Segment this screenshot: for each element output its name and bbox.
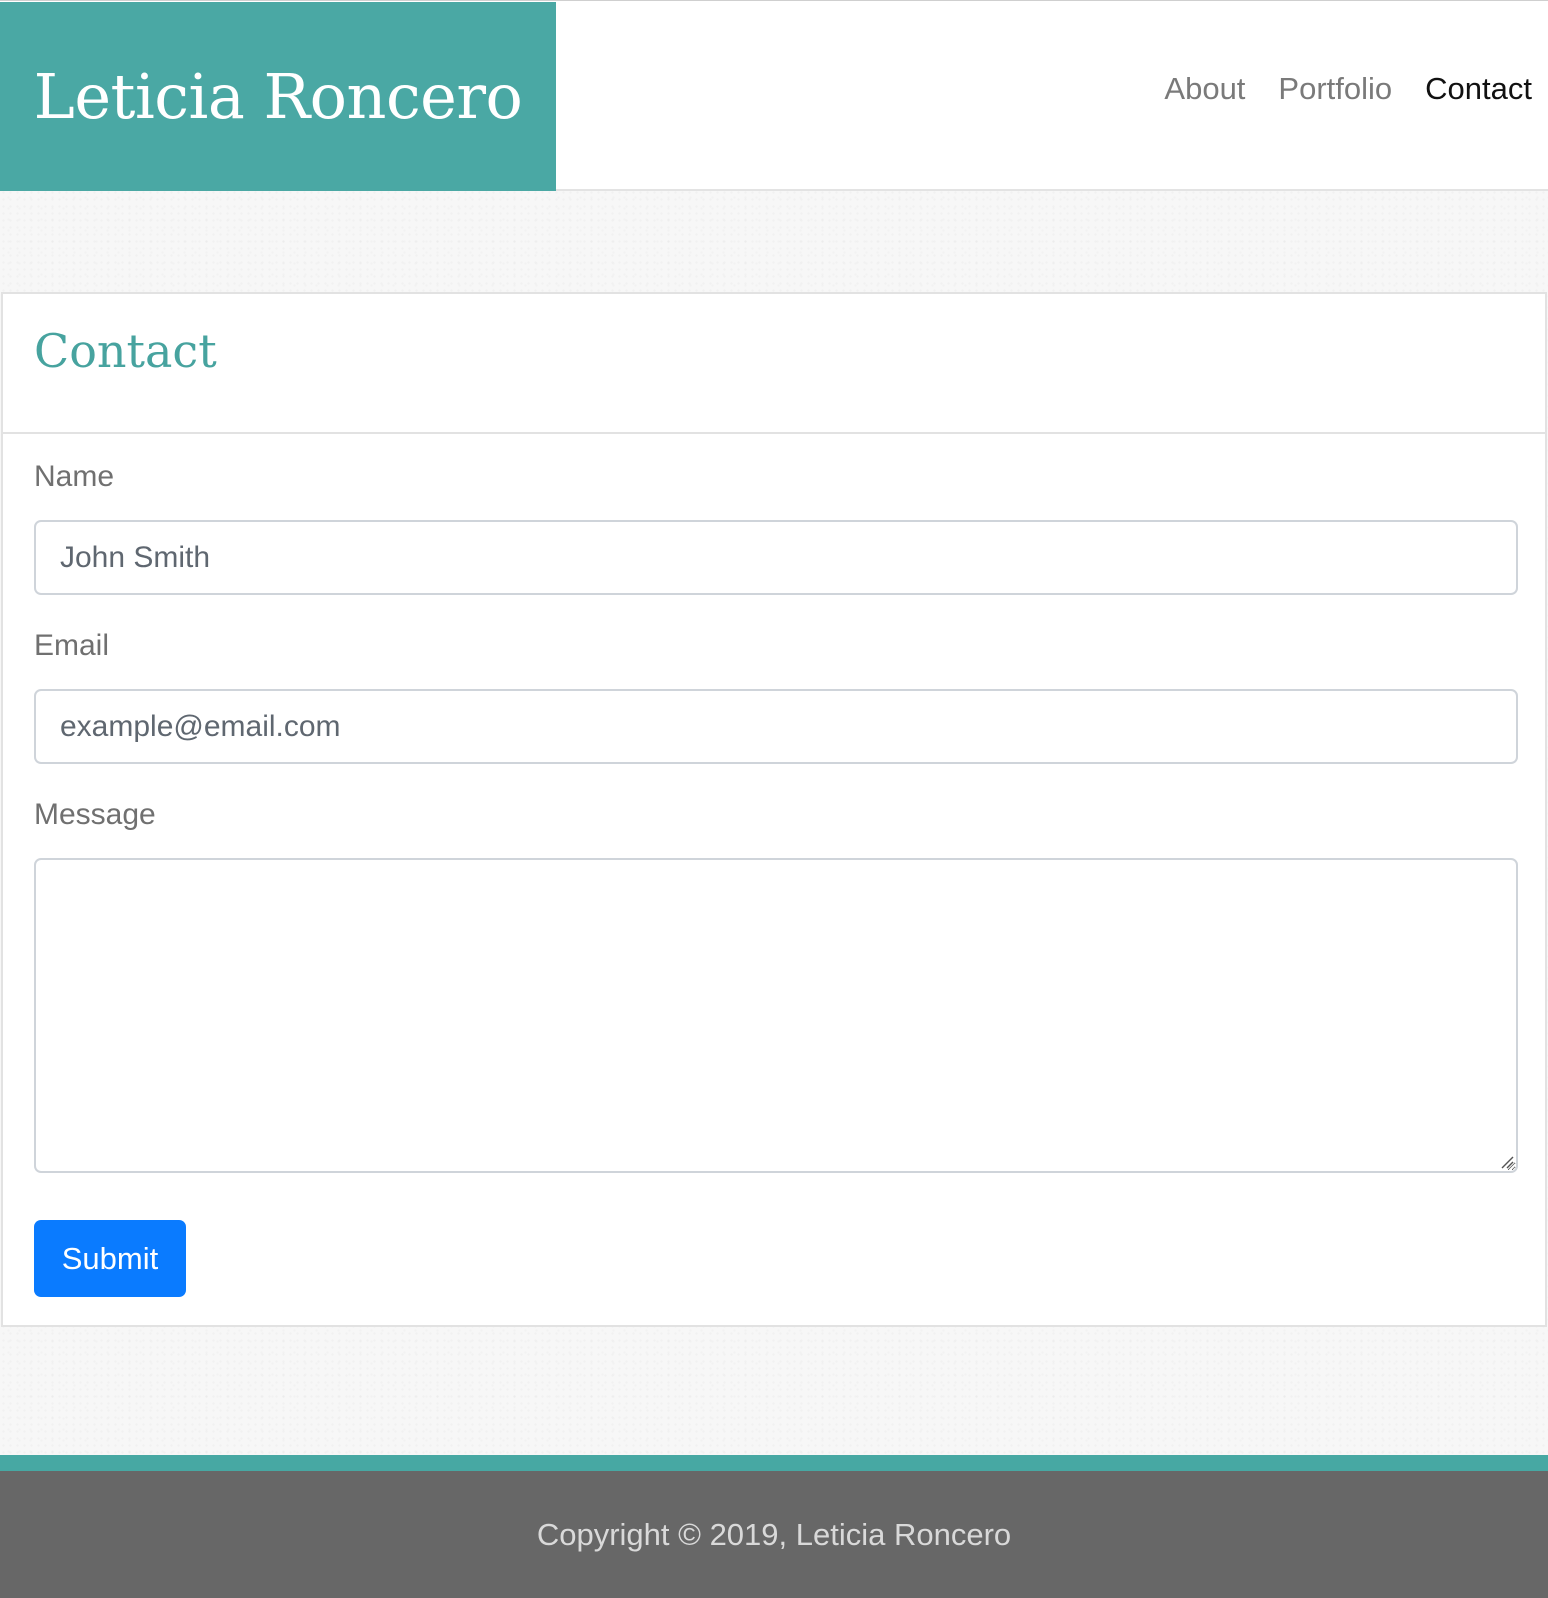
contact-title: Contact — [34, 324, 217, 378]
site-footer: Copyright © 2019, Leticia Roncero — [0, 1471, 1548, 1598]
nav-portfolio-link[interactable]: Portfolio — [1278, 71, 1392, 107]
footer-accent-stripe — [0, 1455, 1548, 1471]
name-label: Name — [34, 460, 115, 493]
site-header: Leticia Roncero About Portfolio Contact — [0, 0, 1548, 191]
nav-contact-link[interactable]: Contact — [1425, 71, 1532, 107]
nav-about-link[interactable]: About — [1164, 71, 1245, 107]
message-label: Message — [34, 798, 156, 831]
contact-card-header: Contact — [3, 294, 1545, 434]
email-label: Email — [34, 629, 110, 662]
message-textarea[interactable] — [34, 858, 1518, 1173]
contact-card: Contact Name Email Message Submit — [1, 292, 1547, 1327]
copyright-text: Copyright © 2019, Leticia Roncero — [536, 1516, 1012, 1552]
name-input[interactable] — [34, 520, 1518, 595]
message-wrapper — [34, 858, 1518, 1173]
brand-block[interactable]: Leticia Roncero — [0, 2, 556, 191]
email-input[interactable] — [34, 689, 1518, 764]
page: Leticia Roncero About Portfolio Contact … — [0, 0, 1548, 1598]
main-nav: About Portfolio Contact — [1164, 71, 1532, 107]
brand-title[interactable]: Leticia Roncero — [34, 60, 523, 133]
submit-button[interactable]: Submit — [34, 1220, 186, 1297]
